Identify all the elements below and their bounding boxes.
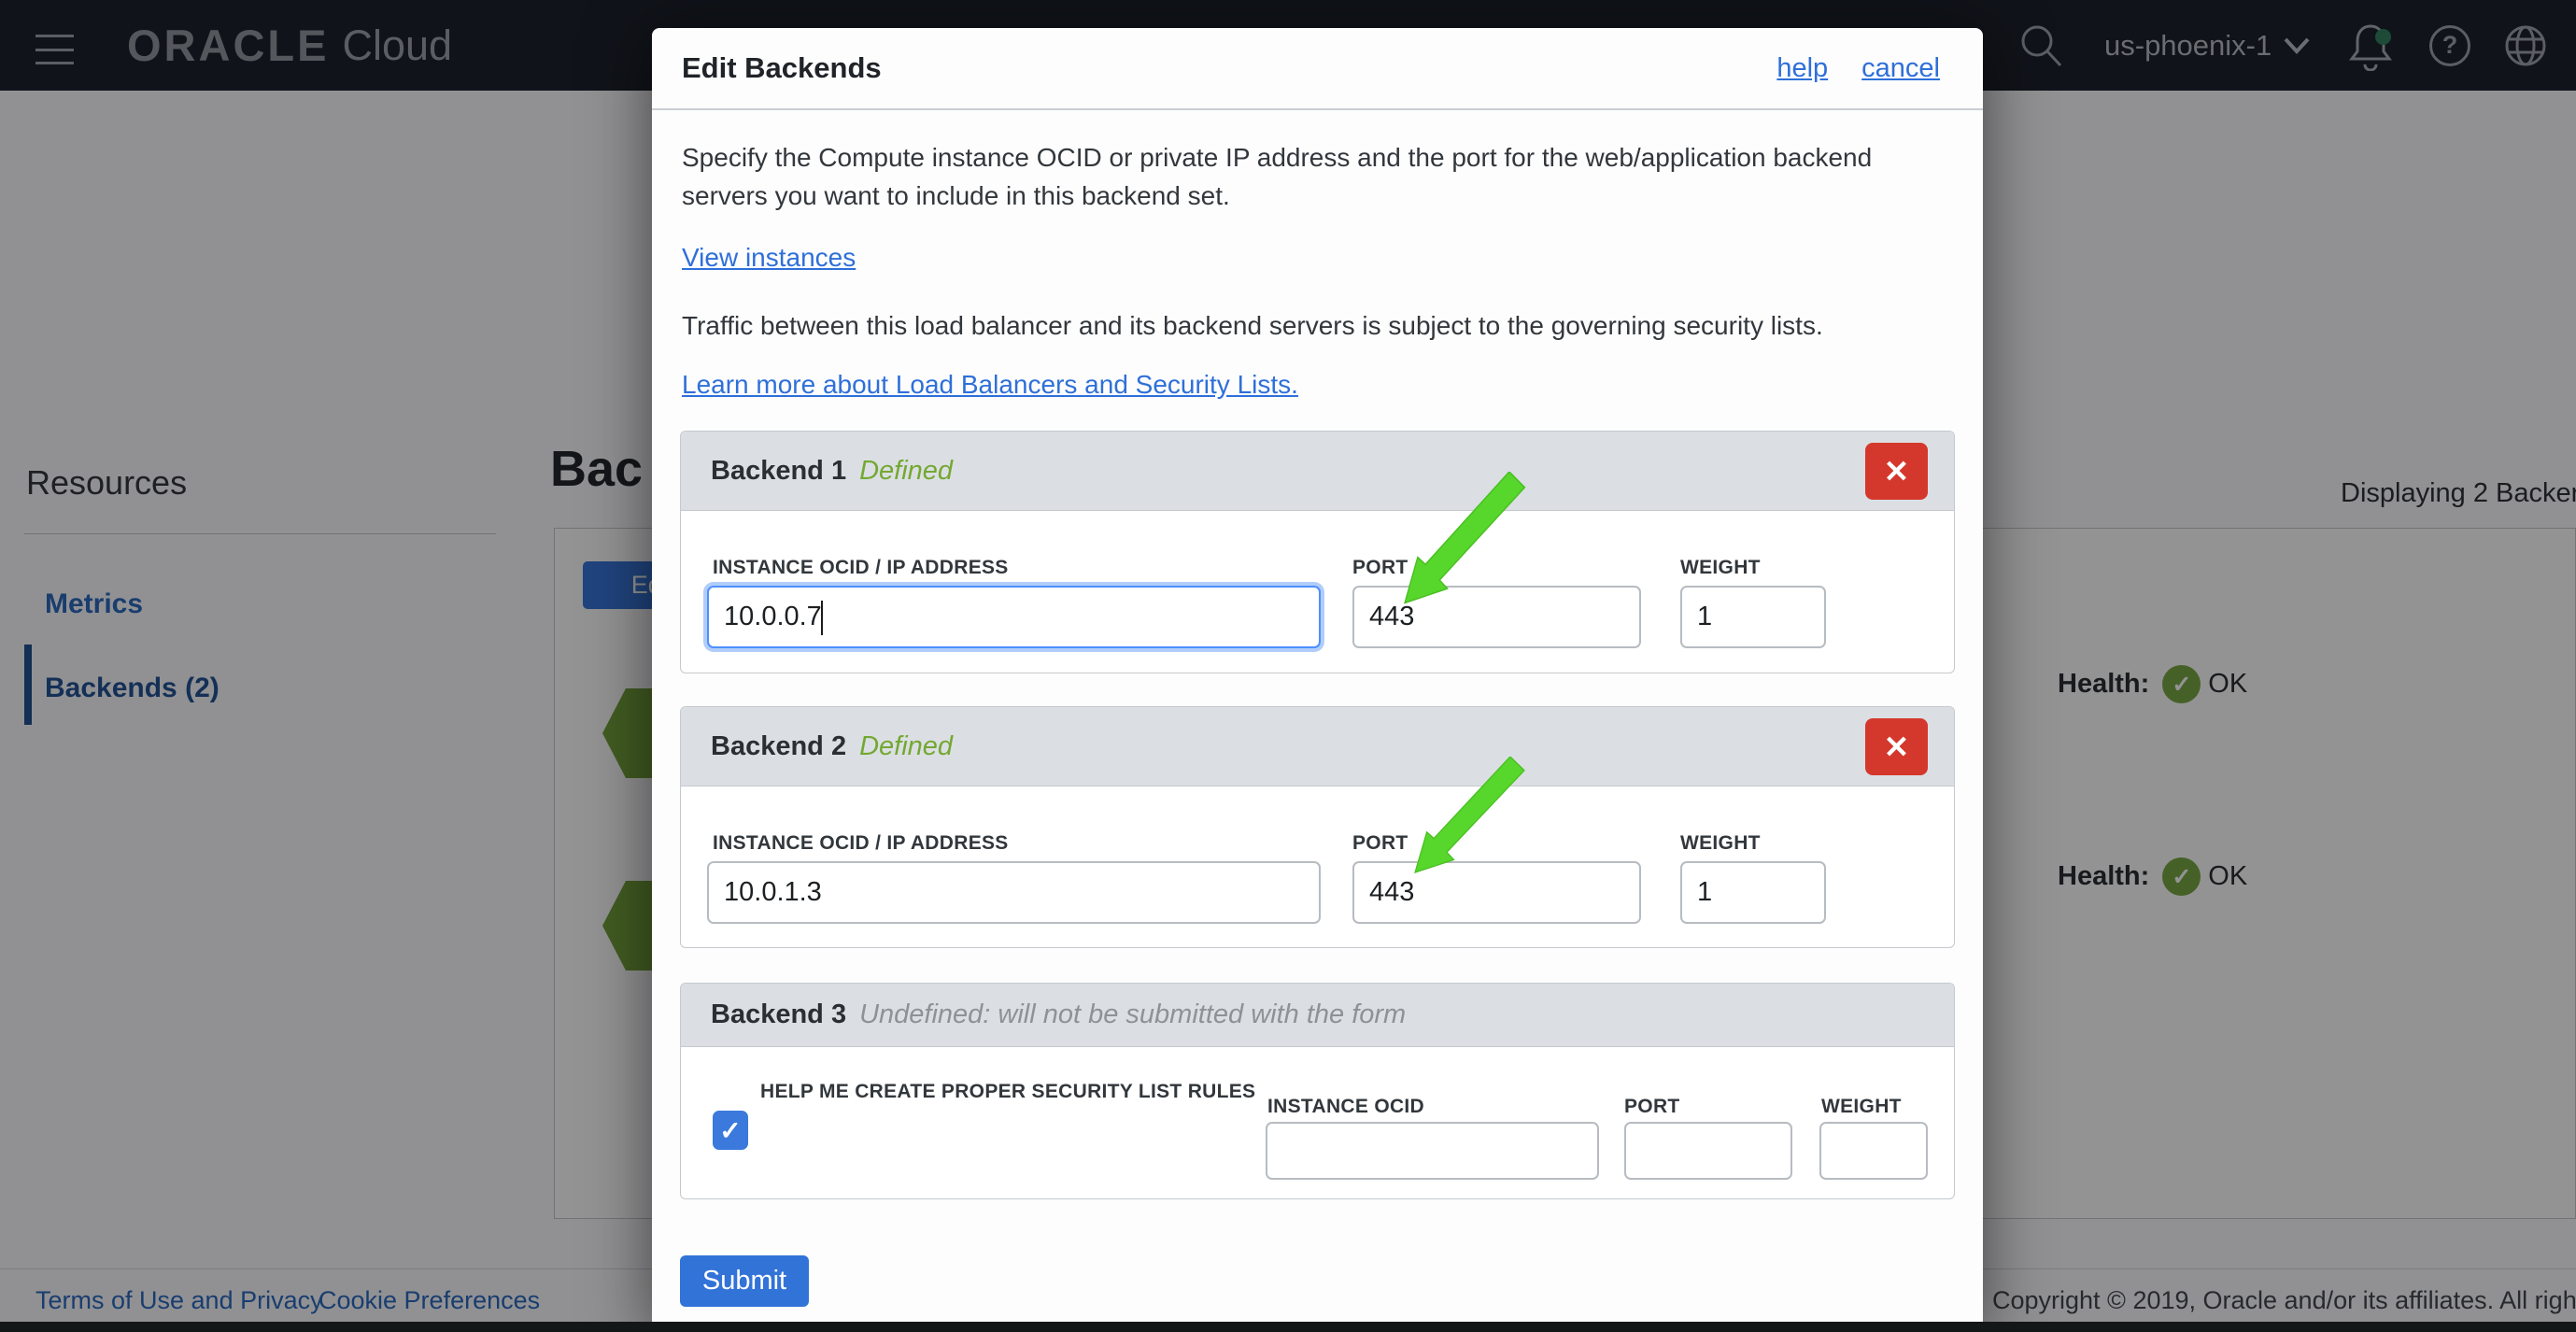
traffic-note-text: Traffic between this load balancer and i…: [682, 306, 1952, 345]
cancel-link[interactable]: cancel: [1861, 53, 1940, 84]
security-rules-checkbox[interactable]: ✓: [713, 1111, 748, 1150]
backend-name: Backend 3: [711, 999, 846, 1030]
edit-backends-modal: Edit Backends help cancel Specify the Co…: [652, 28, 1983, 1332]
ocid-input[interactable]: [707, 861, 1321, 924]
weight-label: WEIGHT: [1680, 557, 1761, 579]
close-icon: ✕: [1884, 453, 1910, 489]
backend-status: Defined: [859, 731, 953, 762]
port-label: PORT: [1352, 832, 1408, 855]
annotation-arrow-port-2: [1406, 757, 1529, 876]
ocid-input[interactable]: [707, 586, 1321, 648]
view-instances-link[interactable]: View instances: [682, 243, 856, 273]
weight-input[interactable]: [1680, 861, 1826, 924]
security-rules-checkbox-label: HELP ME CREATE PROPER SECURITY LIST RULE…: [760, 1081, 1255, 1103]
port-label: PORT: [1624, 1096, 1680, 1118]
modal-intro-text: Specify the Compute instance OCID or pri…: [682, 138, 1952, 215]
backend-1-card: Backend 1 Defined ✕ INSTANCE OCID / IP A…: [680, 431, 1955, 673]
ocid-input[interactable]: [1266, 1122, 1599, 1180]
weight-input[interactable]: [1680, 586, 1826, 648]
ocid-label: INSTANCE OCID / IP ADDRESS: [713, 832, 1009, 855]
modal-title: Edit Backends: [682, 51, 1776, 85]
text-cursor: [821, 601, 823, 635]
submit-button[interactable]: Submit: [680, 1255, 809, 1307]
weight-label: WEIGHT: [1680, 832, 1761, 855]
backend-2-card: Backend 2 Defined ✕ INSTANCE OCID / IP A…: [680, 706, 1955, 948]
backend-1-header: Backend 1 Defined: [681, 432, 1954, 511]
backend-2-header: Backend 2 Defined: [681, 707, 1954, 786]
learn-more-link[interactable]: Learn more about Load Balancers and Secu…: [682, 370, 1298, 400]
backend-name: Backend 1: [711, 456, 846, 487]
backend-3-header: Backend 3 Undefined: will not be submitt…: [681, 984, 1954, 1047]
check-icon: ✓: [719, 1115, 741, 1146]
backend-3-card: Backend 3 Undefined: will not be submitt…: [680, 983, 1955, 1199]
backend-status: Undefined: will not be submitted with th…: [859, 999, 1406, 1030]
oracle-cloud-console: Resources Metrics Backends (2) Bac Edit …: [0, 0, 2576, 1332]
remove-backend-button[interactable]: ✕: [1865, 718, 1928, 775]
window-bottom-edge: [0, 1322, 2576, 1332]
weight-input[interactable]: [1819, 1122, 1928, 1180]
ocid-label: INSTANCE OCID / IP ADDRESS: [713, 557, 1009, 579]
backend-status: Defined: [859, 456, 953, 487]
backend-name: Backend 2: [711, 731, 846, 762]
weight-label: WEIGHT: [1821, 1096, 1902, 1118]
remove-backend-button[interactable]: ✕: [1865, 443, 1928, 500]
annotation-arrow-port-1: [1394, 472, 1530, 607]
ocid-label: INSTANCE OCID: [1267, 1096, 1424, 1118]
help-link[interactable]: help: [1776, 53, 1828, 84]
port-input[interactable]: [1624, 1122, 1792, 1180]
close-icon: ✕: [1884, 729, 1910, 765]
modal-header: Edit Backends help cancel: [652, 28, 1983, 110]
